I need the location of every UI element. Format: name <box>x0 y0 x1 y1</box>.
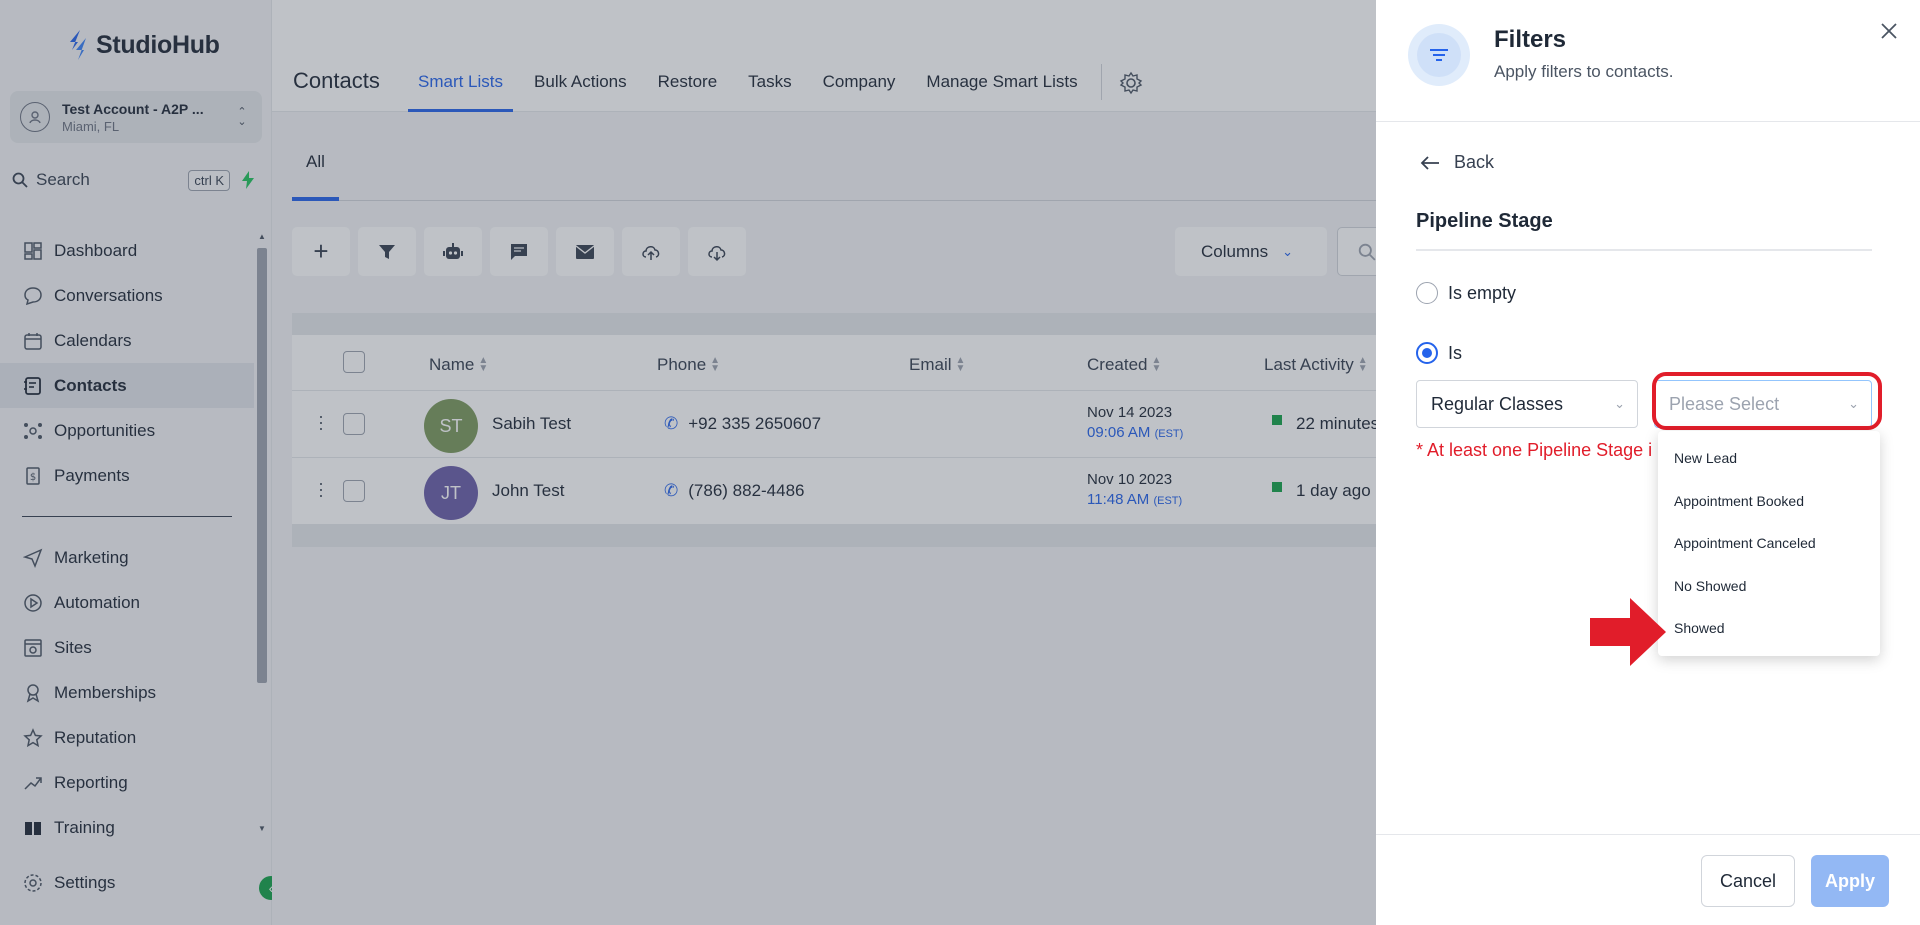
red-arrow-annotation-icon <box>1590 598 1666 666</box>
modal-backdrop[interactable] <box>0 0 1376 925</box>
filter-section-title: Pipeline Stage <box>1416 210 1872 251</box>
close-icon[interactable] <box>1879 20 1905 46</box>
apply-button[interactable]: Apply <box>1811 855 1889 907</box>
pipeline-select[interactable]: Regular Classes ⌄ <box>1416 380 1638 428</box>
arrow-left-icon <box>1420 155 1439 170</box>
stage-option-appointment-booked[interactable]: Appointment Booked <box>1658 480 1880 523</box>
stage-option-no-showed[interactable]: No Showed <box>1658 565 1880 608</box>
stage-option-showed[interactable]: Showed <box>1658 607 1880 650</box>
back-button[interactable]: Back <box>1420 152 1494 173</box>
option-is-empty[interactable]: Is empty <box>1416 282 1516 304</box>
filters-title: Filters <box>1494 26 1567 53</box>
option-label: Is <box>1448 342 1463 363</box>
highlight-annotation <box>1652 372 1882 430</box>
radio-is[interactable] <box>1416 342 1438 364</box>
back-label: Back <box>1454 152 1495 172</box>
stage-dropdown-menu: New Lead Appointment Booked Appointment … <box>1658 431 1880 656</box>
validation-error: * At least one Pipeline Stage is <box>1416 440 1652 460</box>
radio-is-empty[interactable] <box>1416 282 1438 304</box>
option-label: Is empty <box>1448 282 1517 303</box>
stage-option-new-lead[interactable]: New Lead <box>1658 437 1880 480</box>
stage-option-appointment-canceled[interactable]: Appointment Canceled <box>1658 522 1880 565</box>
filter-lines-icon <box>1408 24 1470 86</box>
cancel-button[interactable]: Cancel <box>1701 855 1795 907</box>
filters-subtitle: Apply filters to contacts. <box>1494 62 1674 81</box>
filters-header: Filters Apply filters to contacts. <box>1376 0 1920 122</box>
pipeline-value: Regular Classes <box>1431 393 1564 414</box>
option-is[interactable]: Is <box>1416 342 1462 364</box>
filters-footer: Cancel Apply <box>1376 834 1920 925</box>
chevron-down-icon: ⌄ <box>1614 396 1625 411</box>
